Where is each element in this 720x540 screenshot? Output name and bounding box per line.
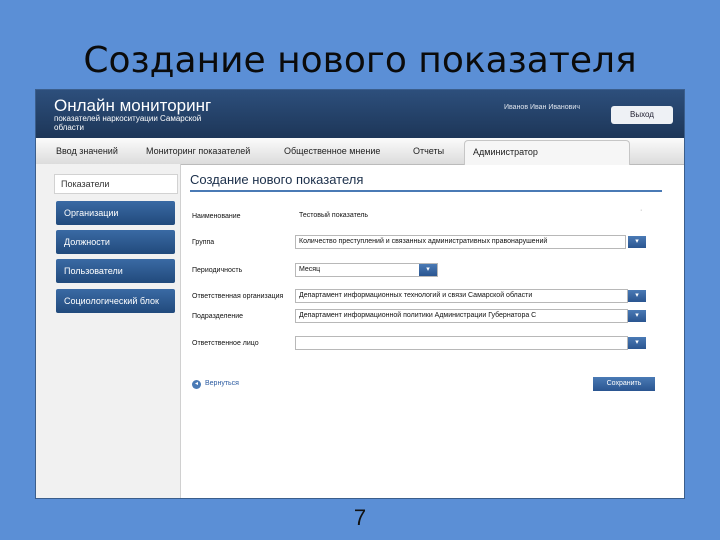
chevron-down-icon[interactable]: ▾ [628,310,646,322]
label-group: Группа [192,239,215,246]
chevron-down-icon[interactable]: ▾ [628,337,646,349]
name-field[interactable]: Тестовый показатель [295,209,636,223]
required-mark: · [640,207,643,214]
sidebar-item-positions[interactable]: Должности [56,230,175,254]
label-name: Наименование [192,213,241,220]
logout-button[interactable]: Выход [611,106,673,124]
slide-title: Создание нового показателя [83,40,637,81]
back-arrow-icon: ◂ [192,380,201,389]
group-select[interactable]: Количество преступлений и связанных адми… [295,235,626,249]
label-responsible: Ответственное лицо [192,340,259,347]
page-number: 7 [353,505,367,530]
periodicity-select[interactable]: Месяц [295,263,438,277]
sidebar-item-users[interactable]: Пользователи [56,259,175,283]
tab-public-opinion[interactable]: Общественное мнение [284,138,380,164]
department-select[interactable]: Департамент информационной политики Адми… [295,309,628,323]
current-user: Иванов Иван Иванович [504,104,580,111]
back-link[interactable]: ◂ Вернуться [192,380,239,389]
chevron-down-icon[interactable]: ▾ [628,236,646,248]
form-title: Создание нового показателя [190,172,662,192]
main-nav: Ввод значений Мониторинг показателей Общ… [36,138,684,165]
save-button[interactable]: Сохранить [593,377,655,391]
back-label: Вернуться [205,380,239,387]
app-brand: Онлайн мониторинг [54,96,212,115]
chevron-down-icon[interactable]: ▾ [628,290,646,302]
label-periodicity: Периодичность [192,267,243,274]
sidebar-header[interactable]: Показатели [54,174,178,194]
responsible-select[interactable] [295,336,628,350]
sidebar-item-organizations[interactable]: Организации [56,201,175,225]
tab-reports[interactable]: Отчеты [413,138,444,164]
label-department: Подразделение [192,313,244,320]
chevron-down-icon[interactable]: ▾ [419,264,437,276]
tab-input-values[interactable]: Ввод значений [56,138,118,164]
app-subtitle: показателей наркоситуации Самарской обла… [54,114,202,132]
sidebar-item-sociology[interactable]: Социологический блок [56,289,175,313]
tab-monitoring[interactable]: Мониторинг показателей [146,138,250,164]
app-screenshot: Онлайн мониторинг показателей наркоситуа… [36,90,684,498]
tab-admin[interactable]: Администратор [464,140,630,165]
app-header: Онлайн мониторинг показателей наркоситуа… [36,90,684,138]
label-organization: Ответственная организация [192,293,284,300]
organization-select[interactable]: Департамент информационных технологий и … [295,289,628,303]
